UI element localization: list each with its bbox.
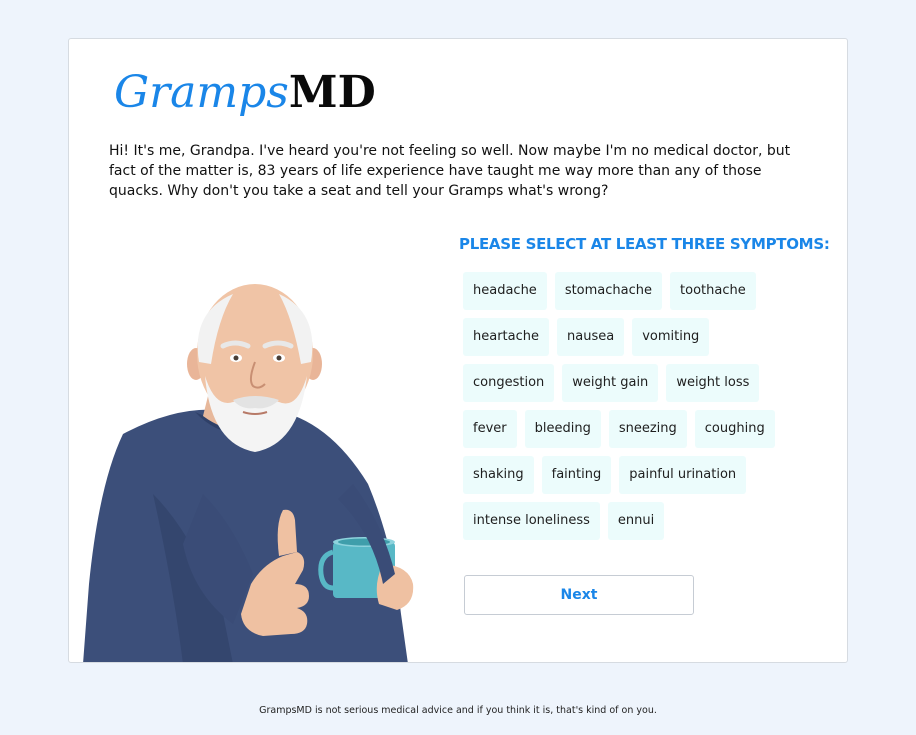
- symptom-chip-bleeding[interactable]: bleeding: [524, 410, 601, 448]
- symptom-panel: Please select at least three symptoms: h…: [459, 233, 830, 540]
- logo-gramps: Gramps: [114, 67, 289, 118]
- symptom-prompt: Please select at least three symptoms:: [459, 235, 830, 253]
- symptom-chips: headache stomachache toothache heartache…: [459, 272, 783, 540]
- symptom-chip-fainting[interactable]: fainting: [541, 456, 612, 494]
- main-card: GrampsMD Hi! It's me, Grandpa. I've hear…: [68, 38, 848, 663]
- symptom-chip-intense-loneliness[interactable]: intense loneliness: [463, 502, 600, 540]
- grandpa-image: [83, 284, 428, 662]
- footer-disclaimer: GrampsMD is not serious medical advice a…: [259, 705, 657, 716]
- symptom-chip-fever[interactable]: fever: [463, 410, 517, 448]
- symptom-chip-ennui[interactable]: ennui: [607, 502, 665, 540]
- symptom-chip-coughing[interactable]: coughing: [694, 410, 775, 448]
- symptom-chip-heartache[interactable]: heartache: [463, 318, 549, 356]
- symptom-chip-sneezing[interactable]: sneezing: [608, 410, 687, 448]
- logo-md: MD: [288, 67, 376, 118]
- symptom-chip-congestion[interactable]: congestion: [463, 364, 555, 402]
- intro-text: Hi! It's me, Grandpa. I've heard you're …: [109, 143, 791, 199]
- symptom-chip-weight-gain[interactable]: weight gain: [562, 364, 659, 402]
- next-button[interactable]: Next: [464, 575, 694, 615]
- symptom-chip-vomiting[interactable]: vomiting: [632, 318, 710, 356]
- symptom-chip-painful-urination[interactable]: painful urination: [619, 456, 747, 494]
- symptom-chip-nausea[interactable]: nausea: [557, 318, 625, 356]
- symptom-chip-weight-loss[interactable]: weight loss: [666, 364, 760, 402]
- logo: GrampsMD: [114, 63, 376, 123]
- symptom-chip-stomachache[interactable]: stomachache: [554, 272, 663, 310]
- symptom-chip-toothache[interactable]: toothache: [670, 272, 756, 310]
- symptom-chip-shaking[interactable]: shaking: [463, 456, 534, 494]
- symptom-chip-headache[interactable]: headache: [463, 272, 547, 310]
